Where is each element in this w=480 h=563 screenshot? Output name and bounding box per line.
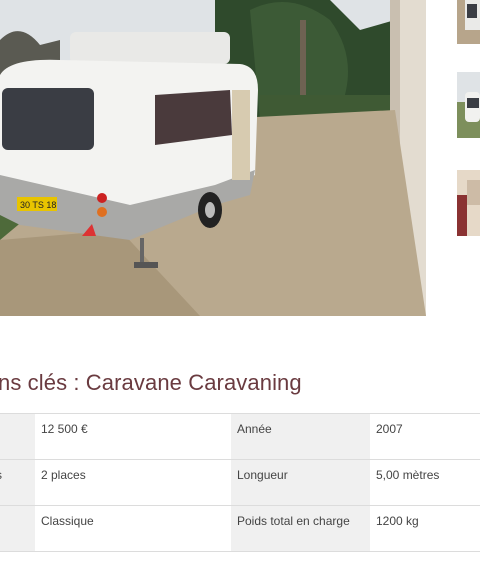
table-row: s 2 places Longueur 5,00 mètres (0, 459, 480, 506)
caravan-side-thumb (457, 72, 480, 138)
thumbnail-1[interactable] (457, 0, 480, 44)
spec-value: 2007 (370, 413, 480, 460)
specs-table: 12 500 € Année 2007 s 2 places Longueur … (0, 413, 480, 552)
spec-value: 2 places (35, 459, 231, 506)
main-photo[interactable]: 30 TS 18 (0, 0, 426, 316)
spec-label (0, 505, 35, 552)
spec-value: 1200 kg (370, 505, 480, 552)
spec-label: Longueur (231, 459, 370, 506)
table-row: Classique Poids total en charge 1200 kg (0, 505, 480, 552)
page-title: ns clés : Caravane Caravaning (0, 370, 302, 395)
thumbnail-3[interactable] (457, 170, 480, 236)
spec-value: 5,00 mètres (370, 459, 480, 506)
spec-label (0, 413, 35, 460)
spec-label: Poids total en charge (231, 505, 370, 552)
spec-label: Année (231, 413, 370, 460)
caravan-photo: 30 TS 18 (0, 0, 426, 316)
caravan-rear-thumb (457, 0, 480, 44)
spec-label: s (0, 459, 35, 506)
table-row: 12 500 € Année 2007 (0, 413, 480, 460)
spec-value: 12 500 € (35, 413, 231, 460)
svg-text:30 TS 18: 30 TS 18 (20, 200, 56, 210)
caravan-interior-thumb (457, 170, 480, 236)
thumbnail-2[interactable] (457, 72, 480, 138)
spec-value: Classique (35, 505, 231, 552)
